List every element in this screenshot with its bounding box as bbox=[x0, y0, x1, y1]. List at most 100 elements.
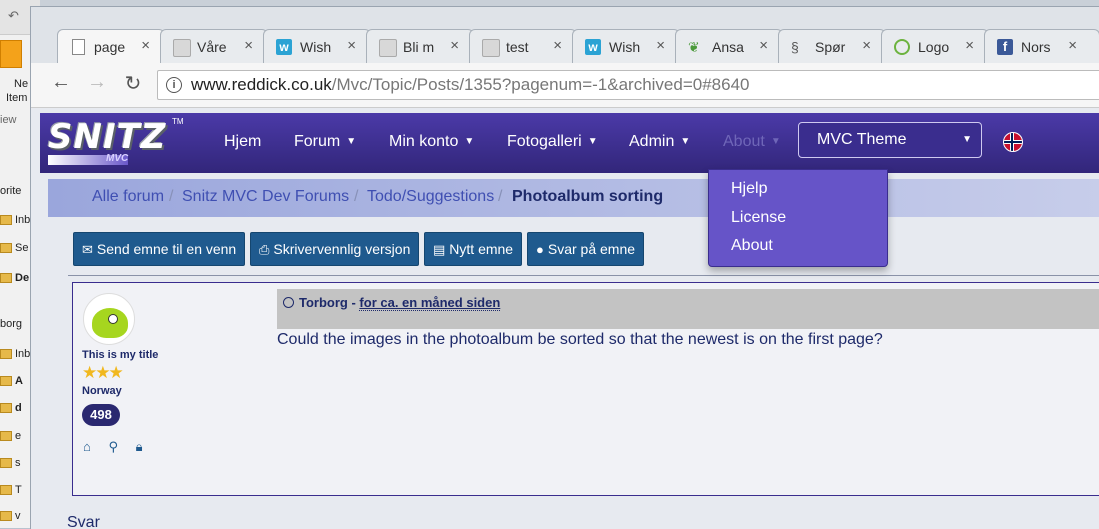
reply-topic-button[interactable]: ● Svar på emne bbox=[527, 232, 645, 266]
outlook-label: iew bbox=[0, 114, 17, 126]
facebook-icon: f bbox=[997, 39, 1013, 55]
browser-tab[interactable]: ❦ Ansa × bbox=[675, 29, 783, 63]
folder-icon bbox=[0, 243, 12, 254]
breadcrumb-separator: / bbox=[498, 188, 503, 205]
comment-icon: ● bbox=[536, 242, 544, 257]
menu-item-help[interactable]: Hjelp bbox=[731, 180, 767, 198]
wish-icon: w bbox=[276, 39, 292, 55]
send-topic-button[interactable]: ✉ Send emne til en venn bbox=[73, 232, 246, 266]
outlook-folder[interactable]: Inb bbox=[0, 348, 30, 360]
tab-label: Nors bbox=[1021, 39, 1051, 55]
outlook-folder[interactable]: De bbox=[0, 272, 29, 284]
nav-about[interactable]: About ▼ bbox=[723, 133, 781, 151]
snitz-logo[interactable]: SNITZ TM MVC bbox=[46, 117, 184, 167]
tab-label: page bbox=[94, 39, 126, 55]
reply-heading: Svar bbox=[67, 514, 100, 529]
lock-icon[interactable]: 🔒︎ bbox=[136, 439, 143, 454]
close-icon[interactable]: × bbox=[553, 37, 562, 54]
outlook-folder[interactable]: d bbox=[0, 402, 22, 414]
close-icon[interactable]: × bbox=[450, 37, 459, 54]
browser-tab[interactable]: § Spør × bbox=[778, 29, 886, 63]
breadcrumb-separator: / bbox=[169, 188, 174, 205]
breadcrumb: Alle forum / Snitz MVC Dev Forums / Todo… bbox=[48, 179, 1099, 217]
avatar[interactable] bbox=[83, 293, 135, 345]
nav-home[interactable]: Hjem bbox=[224, 133, 261, 151]
outlook-folder[interactable]: s bbox=[0, 457, 21, 469]
print-version-button[interactable]: ⎙ Skrivervennlig versjon bbox=[250, 232, 420, 266]
breadcrumb-link[interactable]: Snitz MVC Dev Forums bbox=[182, 179, 349, 215]
browser-tab[interactable]: Bli m × bbox=[366, 29, 474, 63]
tab-label: Wish bbox=[609, 39, 641, 55]
norway-flag-icon[interactable] bbox=[1003, 132, 1023, 152]
menu-item-about[interactable]: About bbox=[731, 237, 773, 255]
tab-label: Spør bbox=[815, 39, 846, 55]
close-icon[interactable]: × bbox=[759, 37, 768, 54]
browser-tab[interactable]: w Wish × bbox=[263, 29, 371, 63]
wish-icon: w bbox=[585, 39, 601, 55]
question-icon: § bbox=[791, 39, 799, 55]
close-icon[interactable]: × bbox=[141, 37, 150, 54]
outlook-folder[interactable]: Se bbox=[0, 242, 28, 254]
user-title: This is my title bbox=[82, 349, 159, 361]
browser-tab[interactable]: Våre × bbox=[160, 29, 268, 63]
outlook-folder[interactable]: e bbox=[0, 430, 21, 442]
dropdown-arrow-icon: ▼ bbox=[962, 134, 972, 145]
new-topic-button[interactable]: ▤ Nytt emne bbox=[424, 232, 523, 266]
folder-icon bbox=[0, 403, 12, 414]
outlook-folder[interactable]: T bbox=[0, 484, 22, 496]
reload-icon[interactable]: ↻ bbox=[119, 71, 147, 96]
divider bbox=[68, 275, 1099, 276]
caret-down-icon: ▼ bbox=[346, 136, 357, 148]
nav-photo-gallery[interactable]: Fotogalleri ▼ bbox=[507, 133, 598, 151]
ghost-icon bbox=[379, 39, 397, 57]
tab-label: test bbox=[506, 39, 529, 55]
breadcrumb-link[interactable]: Alle forum bbox=[92, 179, 164, 215]
close-icon[interactable]: × bbox=[347, 37, 356, 54]
undo-icon: ↶ bbox=[8, 8, 19, 23]
close-icon[interactable]: × bbox=[1068, 37, 1077, 54]
caret-down-icon: ▼ bbox=[770, 136, 781, 148]
post-container: This is my title ★★★ Norway 498 ⌂ ⚲ 🔒︎ T… bbox=[72, 282, 1099, 496]
caret-down-icon: ▼ bbox=[464, 136, 475, 148]
outlook-label: Item bbox=[6, 92, 28, 104]
menu-item-license[interactable]: License bbox=[731, 209, 786, 227]
nav-forum[interactable]: Forum ▼ bbox=[294, 133, 356, 151]
home-icon[interactable]: ⌂ bbox=[83, 439, 91, 454]
close-icon[interactable]: × bbox=[656, 37, 665, 54]
browser-tab[interactable]: w Wish × bbox=[572, 29, 680, 63]
breadcrumb-link[interactable]: Todo/Suggestions bbox=[367, 179, 494, 215]
document-icon bbox=[72, 39, 85, 55]
forward-arrow-icon[interactable]: → bbox=[83, 71, 111, 94]
back-arrow-icon[interactable]: ← bbox=[47, 71, 75, 94]
nav-my-account[interactable]: Min konto ▼ bbox=[389, 133, 474, 151]
nav-admin[interactable]: Admin ▼ bbox=[629, 133, 690, 151]
tab-strip: page × Våre × w Wish × Bli m × test × w … bbox=[31, 7, 1099, 63]
outlook-label: borg bbox=[0, 318, 23, 330]
info-icon[interactable]: i bbox=[166, 77, 182, 93]
post-time-link[interactable]: for ca. en måned siden bbox=[359, 295, 501, 311]
folder-icon bbox=[0, 431, 12, 442]
user-country: Norway bbox=[82, 385, 122, 397]
browser-tab[interactable]: f Nors × bbox=[984, 29, 1099, 63]
post-author: Torborg - for ca. en måned siden bbox=[283, 295, 501, 311]
close-icon[interactable]: × bbox=[965, 37, 974, 54]
outlook-folder[interactable]: Inb bbox=[0, 214, 30, 226]
folder-icon bbox=[0, 215, 12, 226]
ghost-icon bbox=[482, 39, 500, 57]
leaf-icon: ❦ bbox=[688, 39, 700, 55]
browser-tab[interactable]: Logo × bbox=[881, 29, 989, 63]
address-bar[interactable]: i www.reddick.co.uk/Mvc/Topic/Posts/1355… bbox=[157, 70, 1099, 100]
about-dropdown-menu: Hjelp License About bbox=[708, 169, 888, 267]
outlook-folder[interactable]: A bbox=[0, 375, 23, 387]
theme-select[interactable]: MVC Theme ▼ bbox=[798, 122, 982, 158]
clock-icon bbox=[283, 297, 294, 308]
outlook-folder[interactable]: v bbox=[0, 510, 21, 522]
close-icon[interactable]: × bbox=[244, 37, 253, 54]
close-icon[interactable]: × bbox=[862, 37, 871, 54]
browser-tab[interactable]: page × bbox=[57, 29, 165, 63]
browser-tab[interactable]: test × bbox=[469, 29, 577, 63]
sitemap-icon[interactable]: ⚲ bbox=[108, 439, 118, 454]
post-header: Torborg - for ca. en måned siden bbox=[277, 289, 1099, 329]
folder-icon bbox=[0, 511, 12, 522]
breadcrumb-separator: / bbox=[354, 188, 359, 205]
